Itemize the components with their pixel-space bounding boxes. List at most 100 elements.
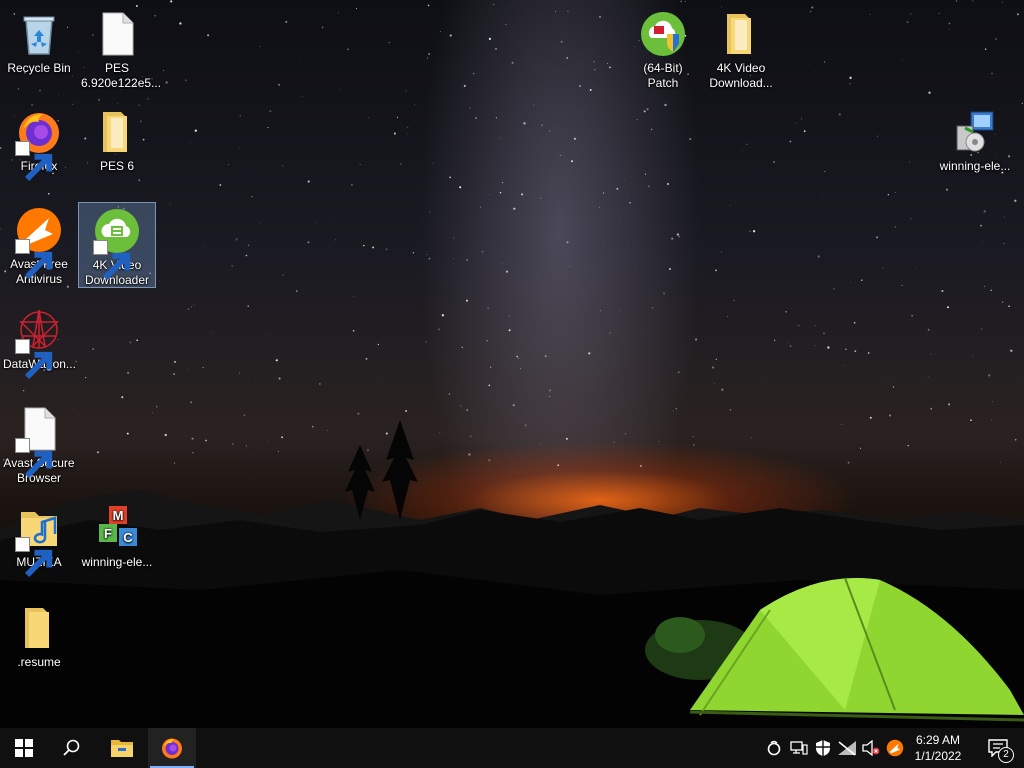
star [853, 321, 856, 324]
star [972, 355, 974, 356]
star [489, 194, 490, 196]
star [505, 23, 507, 26]
star [910, 217, 912, 220]
desktop-icon-4k-downloader[interactable]: 4K Video Downloader [78, 202, 156, 288]
star [97, 98, 101, 101]
star [569, 266, 571, 268]
star [894, 226, 897, 228]
star [894, 192, 896, 193]
star [549, 130, 551, 132]
recycle-bin-icon [23, 16, 55, 55]
star [928, 91, 931, 94]
wifi-off-icon [838, 741, 856, 756]
star [475, 117, 478, 120]
star [239, 115, 241, 117]
star [174, 360, 176, 363]
star [253, 226, 255, 228]
star [887, 194, 889, 196]
icon-label: winning-ele... [939, 159, 1011, 173]
star [729, 204, 731, 206]
star [269, 110, 272, 113]
shortcut-arrow-icon [15, 339, 53, 380]
icon-label: (64-Bit) Patch [643, 61, 683, 90]
tray-wifi[interactable] [837, 738, 857, 758]
installer-icon [956, 111, 994, 152]
star [505, 270, 509, 273]
desktop-icon-4k-folder[interactable]: 4K Video Download... [703, 6, 779, 91]
svg-text:M: M [113, 508, 124, 523]
star [7, 90, 8, 92]
star [715, 358, 718, 361]
desktop-icon-pes-file[interactable]: PES 6.920e122e5... [79, 6, 161, 91]
star [817, 255, 820, 258]
desktop-icon-avast-antivirus[interactable]: Avast Free Antivirus [1, 202, 77, 287]
star [979, 224, 983, 227]
star [983, 210, 986, 213]
star [184, 79, 187, 82]
tray-security[interactable] [813, 738, 833, 758]
clock[interactable]: 6:29 AM 1/1/2022 [906, 732, 970, 764]
star [487, 307, 489, 310]
star [247, 244, 250, 247]
star [190, 306, 192, 308]
desktop-icon-avast-browser[interactable]: Avast Secure Browser [1, 401, 77, 486]
star [521, 193, 524, 196]
star [664, 103, 667, 107]
tray-cortana[interactable] [764, 738, 784, 758]
star [823, 332, 825, 335]
star [429, 211, 431, 213]
star [219, 184, 222, 186]
star [425, 341, 427, 343]
desktop-icon-datawagon[interactable]: DataWagon... [1, 302, 77, 380]
star [126, 371, 130, 374]
desktop-icon-firefox[interactable]: Firefox [1, 104, 77, 182]
icon-label: .resume [17, 655, 61, 669]
taskbar-firefox[interactable] [148, 728, 196, 768]
desktop-icon-winning-eleven-2[interactable]: winning-ele... [937, 104, 1013, 174]
desktop-icon-muzika[interactable]: MUZIKA [1, 500, 77, 578]
star [997, 83, 999, 84]
taskbar-file-explorer[interactable] [98, 728, 146, 768]
star [821, 193, 823, 195]
star [972, 0, 974, 2]
star [1002, 2, 1003, 3]
star [827, 346, 830, 349]
tray-volume[interactable] [861, 738, 881, 758]
star [981, 328, 983, 330]
star [187, 308, 189, 310]
star [594, 68, 596, 71]
star [787, 341, 789, 343]
star [1004, 216, 1006, 218]
blank-file-icon [102, 12, 134, 56]
start-button[interactable] [0, 728, 48, 768]
file-explorer-icon [111, 740, 133, 757]
star [845, 348, 847, 351]
tray-avast[interactable] [885, 738, 905, 758]
desktop-icon-winning-eleven-1[interactable]: M F C winning-ele... [79, 500, 155, 570]
shortcut-arrow-icon [15, 438, 53, 479]
star [559, 154, 561, 156]
star [426, 57, 429, 59]
star [355, 8, 358, 10]
star [749, 230, 751, 232]
star [194, 129, 197, 132]
star [1014, 199, 1017, 202]
desktop-icon-recycle-bin[interactable]: Recycle Bin [1, 6, 77, 76]
star [721, 251, 722, 253]
desktop[interactable]: Recycle Bin Firefox Avast Free Antivirus [0, 0, 1024, 728]
star [599, 206, 601, 208]
search-button[interactable] [48, 728, 96, 768]
cortana-ring-icon [767, 740, 781, 756]
star [428, 53, 430, 55]
star [238, 147, 240, 149]
star [461, 346, 463, 348]
star [302, 96, 304, 97]
desktop-icon-pes6-folder[interactable]: PES 6 [79, 104, 155, 174]
star [500, 137, 501, 139]
tray-network[interactable] [789, 738, 809, 758]
desktop-icon-patch-64bit[interactable]: (64-Bit) Patch [625, 6, 701, 91]
notification-center-button[interactable]: 2 [978, 728, 1018, 768]
star [689, 137, 692, 141]
desktop-icon-resume[interactable]: .resume [1, 600, 77, 670]
star [495, 48, 497, 50]
